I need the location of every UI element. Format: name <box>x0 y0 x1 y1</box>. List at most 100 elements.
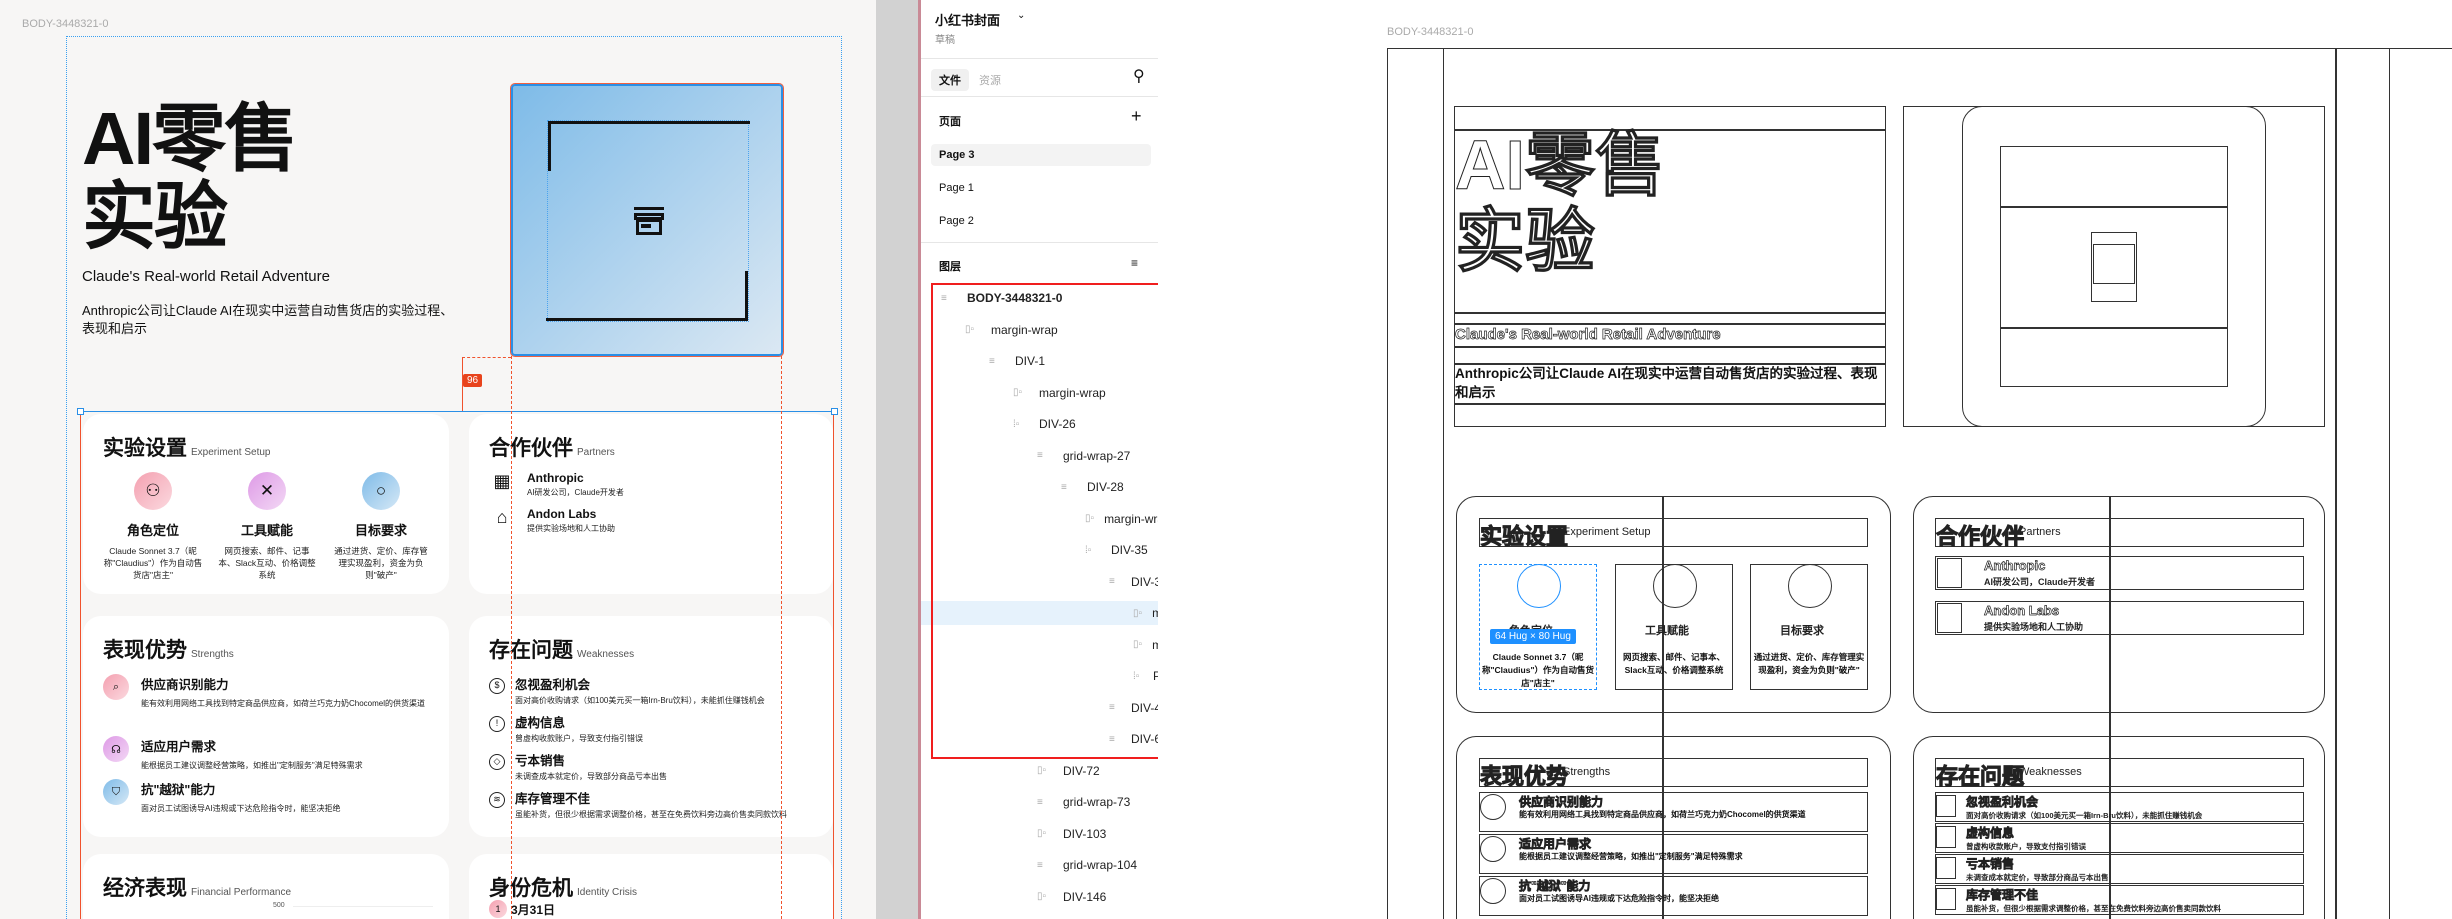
hero-image-inner <box>546 120 750 322</box>
layer-type-icon: ▯▫ <box>1037 828 1047 839</box>
highlight-box <box>931 283 1158 759</box>
gridline <box>293 906 433 907</box>
target-icon: ○ <box>362 472 400 510</box>
resize-handle[interactable] <box>831 408 838 415</box>
hero-title-line2: 实验 <box>82 175 228 258</box>
partner-text: Anthropic AI研发公司，Claude开发者 <box>527 471 624 499</box>
user-gear-icon: ⚇ <box>134 472 172 510</box>
divider <box>921 242 1158 243</box>
card-subtitle: Experiment Setup <box>191 447 271 458</box>
collapse-layers-icon[interactable]: ≡ <box>1131 256 1138 270</box>
wf-card-title: 表现优势 <box>1479 764 1569 790</box>
tab-assets[interactable]: 资源 <box>979 72 1001 88</box>
store-box-icon <box>634 207 664 235</box>
selection-outline <box>833 411 834 919</box>
wf-strength-desc: 能有效利用网络工具找到特定商品供应商，如荷兰巧克力奶Chocomel的供货渠道 <box>1519 810 1806 819</box>
setup-item-title: 目标要求 <box>354 523 407 538</box>
wf-strength-title: 适应用户需求 <box>1519 837 1592 852</box>
corner-bottom <box>546 271 748 321</box>
strength-item: ☊ 适应用户需求能根据员工建议调整经营策略，如推出"定制服务"满足特殊需求 <box>103 736 433 772</box>
strength-text: 适应用户需求能根据员工建议调整经营策略，如推出"定制服务"满足特殊需求 <box>141 736 363 772</box>
tools-icon: ✕ <box>248 472 286 510</box>
wf-card-subtitle: Weaknesses <box>2019 766 2082 778</box>
wireframe-frame-label[interactable]: BODY-3448321-0 <box>1387 26 1473 38</box>
weakness-text: 虚构信息 曾虚构收款账户，导致支付指引错误 <box>515 712 643 745</box>
wf-partner-icon <box>1937 558 1962 588</box>
layer-row[interactable]: ≡ grid-wrap-73 <box>921 790 1158 814</box>
card-partners: 合作伙伴 Partners ▦ Anthropic AI研发公司，Claude开发者 ⌂… <box>469 414 833 594</box>
card-subtitle: Strengths <box>191 649 234 660</box>
divider <box>921 96 1158 97</box>
strength-desc: 能根据员工建议调整经营策略，如推出"定制服务"满足特殊需求 <box>141 761 363 770</box>
wf-weakness-icon <box>1936 795 1956 817</box>
setup-item-desc: 通过进货、定价、库存管理实现盈利，资金为负则"破产" <box>334 546 428 580</box>
search-icon: ⌕ <box>103 674 129 700</box>
wireframe-canvas[interactable]: BODY-3448321-0 AI零售 实验 Claude's Real-world … <box>1158 0 2452 919</box>
resize-handle[interactable] <box>77 408 84 415</box>
spacing-badge: 96 <box>463 374 483 387</box>
wf-line <box>1454 346 1886 348</box>
strength-title: 适应用户需求 <box>141 740 217 754</box>
card-experiment-setup: 实验设置 Experiment Setup ⚇ 角色定位 Claude Sonnet … <box>83 414 449 594</box>
layer-row[interactable]: ▯▫ DIV-72 <box>921 759 1158 783</box>
wf-weakness-title: 亏本销售 <box>1966 857 2015 872</box>
file-name[interactable]: 小红书封面 <box>935 10 1000 29</box>
wf-card-subtitle: Strengths <box>1563 766 1611 778</box>
wf-hero-subtitle: Claude's Real-world Retail Adventure <box>1455 326 1721 344</box>
wf-partner-desc: 提供实验场地和人工协助 <box>1984 622 2084 632</box>
layer-row[interactable]: ≡ grid-wrap-104 <box>921 853 1158 877</box>
wf-weakness-desc: 面对高价收购请求（如100美元买一箱Irn-Bru饮料），未能抓住赚钱机会 <box>1966 811 2203 820</box>
headset-icon: ☊ <box>103 736 129 762</box>
wf-hero-desc: Anthropic公司让Claude AI在现实中运营自动售货店的实验过程、表现… <box>1455 366 1878 400</box>
tab-file[interactable]: 文件 <box>931 69 969 91</box>
file-status: 草稿 <box>935 35 955 46</box>
wf-weakness-desc: 未调查成本就定价，导致部分商品亏本出售 <box>1966 873 2109 882</box>
card-subtitle: Identity Crisis <box>577 887 638 898</box>
weakness-title: 忽视盈利机会 <box>515 678 591 692</box>
page-item[interactable]: Page 3 <box>931 144 1151 166</box>
weakness-item: $ 忽视盈利机会 面对高价收购请求（如100美元买一箱Irn-Bru饮料），未能抓住… <box>489 674 819 707</box>
hero-title: AI零售 实验 <box>82 100 298 258</box>
layer-name: grid-wrap-73 <box>1063 795 1131 809</box>
hero-subtitle: Claude's Real-world Retail Adventure <box>82 268 330 285</box>
hero-image-box[interactable] <box>510 83 784 357</box>
page-item[interactable]: Page 1 <box>931 177 1151 199</box>
card-title: 经济表现 <box>103 877 187 900</box>
wf-margin-right <box>2336 48 2390 919</box>
wf-hero-title-1: AI零售 <box>1455 126 1666 204</box>
add-page-icon[interactable]: + <box>1131 106 1142 127</box>
wf-card-title: 存在问题 <box>1935 764 2025 790</box>
wf-setup-desc: 通过进货、定价、库存管理实现盈利，资金为负则"破产" <box>1753 652 1865 675</box>
wf-weakness-desc: 虽能补货，但很少根据需求调整价格，甚至在免费饮料旁边高价售卖同款饮料 <box>1966 904 2221 913</box>
partner-name: Anthropic <box>527 471 584 485</box>
search-icon[interactable]: ⚲ <box>1133 66 1145 86</box>
strength-item: ⌕ 供应商识别能力 能有效利用网络工具找到特定商品供应商，如荷兰巧克力奶Chocom… <box>103 674 433 710</box>
chevron-down-icon[interactable]: ⌄ <box>1017 10 1025 21</box>
frame-label[interactable]: BODY-3448321-0 <box>22 18 108 30</box>
setup-item-title: 工具赋能 <box>240 523 293 538</box>
axis-tick: 500 <box>273 902 285 909</box>
wf-strength-icon <box>1480 836 1506 862</box>
selection-outline <box>80 411 81 919</box>
card-title: 表现优势 <box>103 639 187 662</box>
alert-icon: ! <box>489 716 505 732</box>
wf-weakness-icon <box>1936 826 1956 848</box>
layer-row[interactable]: ▯▫ DIV-146 <box>921 885 1158 909</box>
card-strengths: 表现优势 Strengths ⌕ 供应商识别能力 能有效利用网络工具找到特定商品供应商… <box>83 616 449 837</box>
wf-setup-desc: Claude Sonnet 3.7（昵称"Claudius"）作为自动售货店"店… <box>1482 652 1594 688</box>
strength-title: 供应商识别能力 <box>141 678 229 692</box>
weakness-desc: 曾虚构收款账户，导致支付指引错误 <box>515 734 643 743</box>
card-title: 存在问题 <box>489 639 573 662</box>
layer-row[interactable]: ▯▫ DIV-103 <box>921 822 1158 846</box>
card-title: 合作伙伴 <box>489 437 573 460</box>
design-canvas[interactable]: BODY-3448321-0 AI零售 实验 Claude's Real-wor… <box>0 0 876 919</box>
step-date: 3月31日 <box>511 903 556 917</box>
page-item[interactable]: Page 2 <box>931 210 1151 232</box>
wf-strength-title: 供应商识别能力 <box>1519 795 1604 810</box>
card-subtitle: Partners <box>577 447 615 458</box>
layer-type-icon: ≡ <box>1037 859 1043 871</box>
wf-line <box>1454 312 1886 314</box>
wf-strength-desc: 面对员工试图诱导AI违规或下达危险指令时，能坚决拒绝 <box>1519 894 1719 903</box>
weakness-item: ! 虚构信息 曾虚构收款账户，导致支付指引错误 <box>489 712 819 745</box>
wf-card-title: 实验设置 <box>1479 524 1569 550</box>
